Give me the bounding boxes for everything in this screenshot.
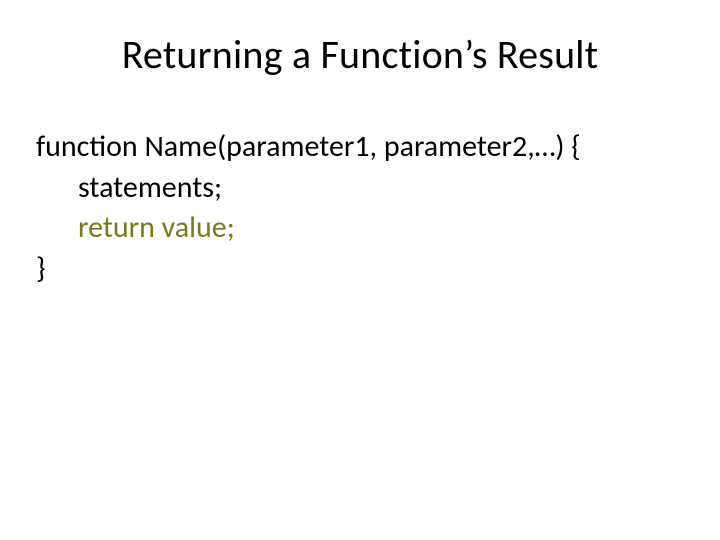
slide-container: Returning a Function’s Result function N…: [0, 0, 720, 540]
slide-title: Returning a Function’s Result: [36, 30, 684, 79]
code-line-return: return value;: [78, 208, 684, 249]
code-line-function-decl: function Name(parameter1, parameter2,…) …: [36, 127, 684, 168]
code-block: function Name(parameter1, parameter2,…) …: [36, 127, 684, 289]
code-line-statements: statements;: [78, 168, 684, 209]
code-line-close-brace: }: [36, 249, 684, 290]
